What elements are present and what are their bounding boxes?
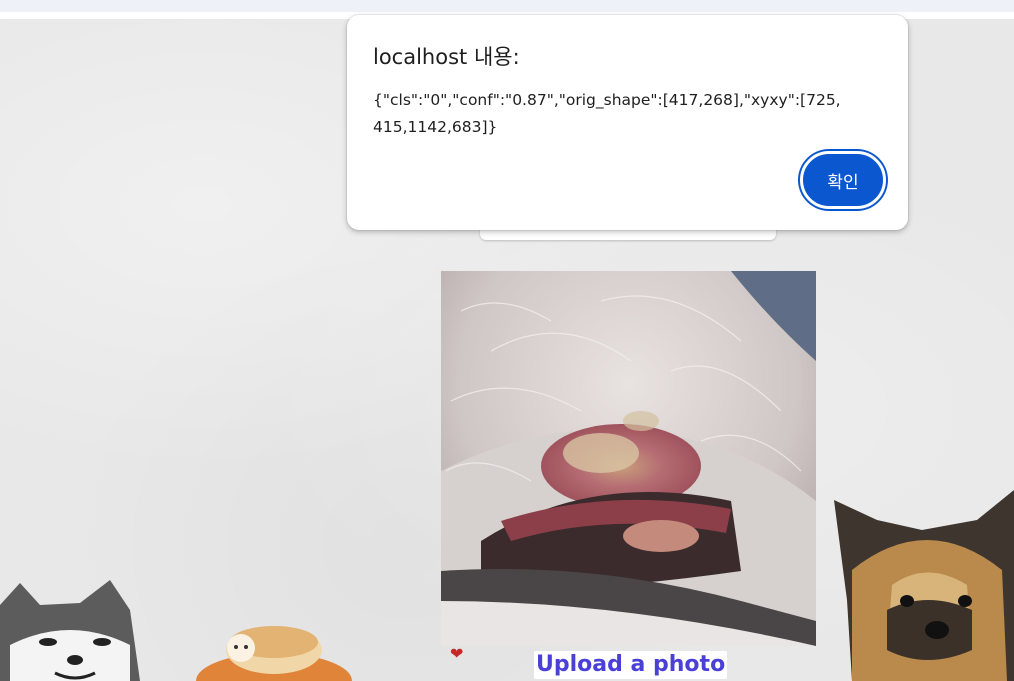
heart-icon: ❤	[450, 646, 464, 663]
puppy-bread-illustration	[196, 626, 352, 681]
dialog-message: {"cls":"0","conf":"0.87","orig_shape":[4…	[373, 91, 841, 136]
uploaded-photo	[441, 271, 816, 646]
shiba-illustration	[834, 490, 1014, 681]
upload-photo-button[interactable]: Upload a photo	[534, 651, 728, 679]
husky-illustration	[0, 580, 140, 681]
page: ❤ Upload a photo localhost 내용: {"cls":"0…	[0, 0, 1014, 681]
alert-dialog: localhost 내용: {"cls":"0","conf":"0.87","…	[347, 15, 908, 230]
confirm-button[interactable]: 확인	[800, 151, 886, 209]
dialog-title: localhost 내용:	[373, 45, 520, 69]
